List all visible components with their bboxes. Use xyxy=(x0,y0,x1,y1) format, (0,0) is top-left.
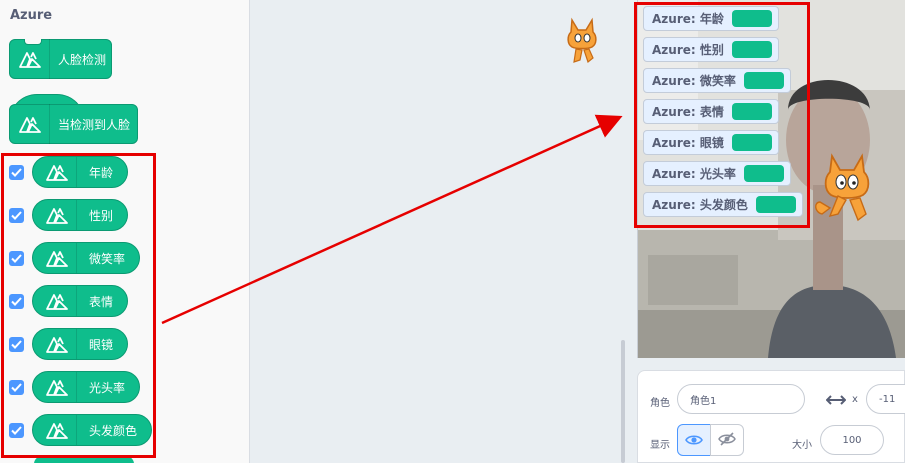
glasses-reporter[interactable]: 眼镜 xyxy=(32,328,129,360)
reporter-row-age: 年龄 xyxy=(9,155,129,189)
monitor-value xyxy=(743,72,784,89)
reporter-row-emotion: 表情 xyxy=(9,284,129,318)
stage[interactable]: Azure: 年龄 Azure: 性别 Azure: 微笑率 Azure: 表情… xyxy=(637,0,905,358)
reporter-label: 头发颜色 xyxy=(89,423,138,438)
script-area-scrollbar[interactable] xyxy=(621,340,625,463)
azure-extension-icon xyxy=(37,415,77,445)
azure-extension-icon xyxy=(37,329,77,359)
reporter-label: 表情 xyxy=(89,294,114,309)
monitor-value xyxy=(743,165,784,182)
checkbox-checked-icon[interactable] xyxy=(9,164,24,180)
azure-extension-icon xyxy=(37,372,77,402)
checkbox-checked-icon[interactable] xyxy=(9,336,24,352)
azure-extension-icon xyxy=(37,286,77,316)
sprite-name-input[interactable]: 角色1 xyxy=(677,384,805,414)
hair-color-reporter[interactable]: 头发颜色 xyxy=(32,414,153,446)
reporter-row-bald: 光头率 xyxy=(9,370,141,404)
monitor-label: Azure: 表情 xyxy=(652,105,724,119)
azure-extension-icon xyxy=(10,104,50,144)
face-detect-block[interactable]: 人脸检测 xyxy=(9,39,112,79)
monitor-label: Azure: 光头率 xyxy=(652,167,736,181)
azure-extension-icon xyxy=(37,200,77,230)
reporter-row-glasses: 眼镜 xyxy=(9,327,129,361)
size-input[interactable]: 100 xyxy=(820,425,884,455)
reporter-label: 年龄 xyxy=(89,165,114,180)
monitor-label: Azure: 眼镜 xyxy=(652,136,724,150)
monitor-value xyxy=(755,196,796,213)
monitor-gender[interactable]: Azure: 性别 xyxy=(643,37,779,62)
azure-extension-icon xyxy=(37,157,77,187)
reporter-row-smile: 微笑率 xyxy=(9,241,141,275)
monitor-bald[interactable]: Azure: 光头率 xyxy=(643,161,791,186)
show-button[interactable] xyxy=(677,424,711,456)
reporter-label: 眼镜 xyxy=(89,337,114,352)
monitor-value xyxy=(731,103,772,120)
checkbox-checked-icon[interactable] xyxy=(9,293,24,309)
partial-block xyxy=(34,456,134,463)
monitor-label: Azure: 年龄 xyxy=(652,12,724,26)
monitor-value xyxy=(731,10,772,27)
bald-reporter[interactable]: 光头率 xyxy=(32,371,141,403)
x-input[interactable]: -11 xyxy=(866,384,905,414)
reporter-label: 性别 xyxy=(89,208,114,223)
checkbox-checked-icon[interactable] xyxy=(9,250,24,266)
checkbox-checked-icon[interactable] xyxy=(9,207,24,223)
block-palette: Azure 人脸检测 当检测到人脸 年龄 性别 微笑率 表情 眼镜 光头率 头发… xyxy=(0,0,250,463)
horizontal-arrow-icon xyxy=(825,392,847,411)
hide-button[interactable] xyxy=(710,424,744,456)
monitor-glasses[interactable]: Azure: 眼镜 xyxy=(643,130,779,155)
when-face-detected-label: 当检测到人脸 xyxy=(58,117,131,132)
azure-extension-icon xyxy=(10,39,50,79)
monitor-emotion[interactable]: Azure: 表情 xyxy=(643,99,779,124)
monitor-label: Azure: 性别 xyxy=(652,43,724,57)
monitor-label: Azure: 头发颜色 xyxy=(652,198,748,212)
checkbox-checked-icon[interactable] xyxy=(9,422,24,438)
monitor-value xyxy=(731,41,772,58)
face-detect-label: 人脸检测 xyxy=(58,52,107,67)
eye-slash-icon xyxy=(718,431,736,450)
sprite-label: 角色 xyxy=(650,398,670,409)
azure-extension-icon xyxy=(37,243,77,273)
category-title: Azure xyxy=(10,8,53,23)
reporter-label: 微笑率 xyxy=(89,251,126,266)
reporter-row-gender: 性别 xyxy=(9,198,129,232)
x-label: x xyxy=(852,394,858,405)
show-label: 显示 xyxy=(650,440,670,451)
emotion-reporter[interactable]: 表情 xyxy=(32,285,129,317)
size-label: 大小 xyxy=(792,440,812,451)
checkbox-checked-icon[interactable] xyxy=(9,379,24,395)
when-face-detected-hat-block[interactable]: 当检测到人脸 xyxy=(9,104,138,144)
monitor-value xyxy=(731,134,772,151)
monitor-label: Azure: 微笑率 xyxy=(652,74,736,88)
age-reporter[interactable]: 年龄 xyxy=(32,156,129,188)
monitor-hair-color[interactable]: Azure: 头发颜色 xyxy=(643,192,803,217)
eye-icon xyxy=(685,431,703,450)
scratch-cat-icon xyxy=(562,16,602,72)
smile-reporter[interactable]: 微笑率 xyxy=(32,242,141,274)
reporter-row-hair-color: 头发颜色 xyxy=(9,413,153,447)
monitor-smile[interactable]: Azure: 微笑率 xyxy=(643,68,791,93)
gender-reporter[interactable]: 性别 xyxy=(32,199,129,231)
reporter-label: 光头率 xyxy=(89,380,126,395)
monitor-age[interactable]: Azure: 年龄 xyxy=(643,6,779,31)
